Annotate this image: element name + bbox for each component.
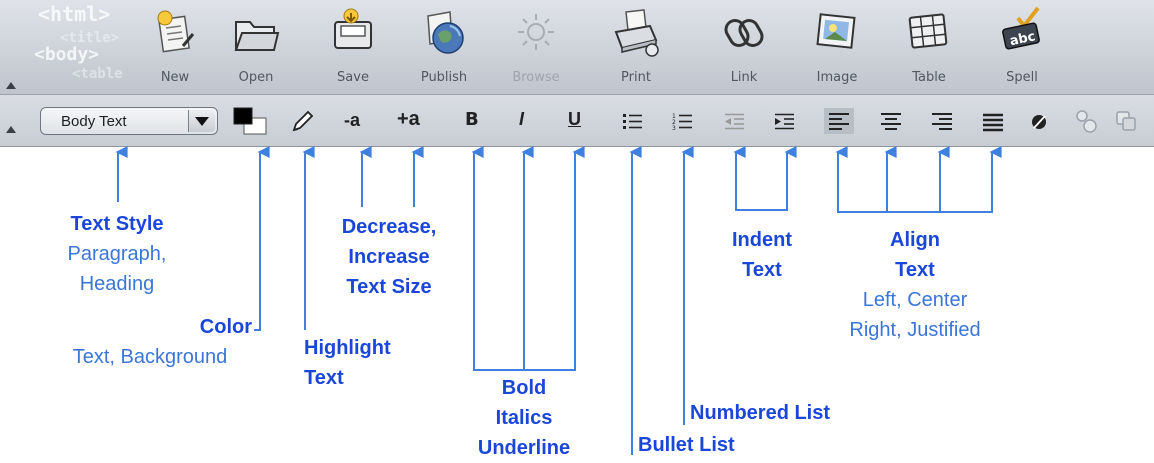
collapse-toolbar-icon[interactable] [6, 82, 16, 89]
decrease-text-size-button[interactable]: -a [344, 110, 360, 140]
indent-bracket [733, 146, 797, 211]
text-size-title: Decrease, [341, 216, 437, 238]
text-style-desc: Paragraph, [67, 243, 167, 265]
style-title: Bold [501, 377, 547, 399]
link-button[interactable]: Link [704, 6, 784, 92]
logo-line: <body> [34, 44, 100, 65]
collapse-format-bar-icon[interactable] [6, 126, 16, 133]
highlight-title: Highlight [304, 337, 391, 359]
indent-annotation: Indent Text [712, 225, 812, 285]
bold-italics-underline-annotation: Bold Italics Underline [464, 373, 584, 463]
text-style-desc: Heading [79, 273, 155, 295]
globe-publish-icon [427, 11, 464, 54]
align-center-icon[interactable] [878, 106, 904, 136]
bullet-list-title: Bullet List [638, 434, 735, 456]
print-label: Print [621, 70, 651, 85]
align-annotation: Align Text Left, Center Right, Justified [825, 225, 1005, 345]
text-size-title: Increase [348, 246, 430, 268]
indent-icon[interactable] [772, 106, 798, 136]
increase-text-size-button[interactable]: +a [397, 108, 420, 138]
table-label: Table [912, 70, 946, 85]
spell-label: Spell [1006, 70, 1038, 85]
save-button[interactable]: Save [313, 6, 393, 92]
browse-button[interactable]: Browse [496, 6, 576, 92]
new-label: New [160, 70, 190, 85]
insert-object-icon[interactable] [1074, 106, 1100, 136]
logo-line: <table [72, 66, 123, 82]
publish-button[interactable]: Publish [404, 6, 484, 92]
text-style-select[interactable]: Body Text [40, 107, 218, 135]
numbered-list-annotation: Numbered List [690, 398, 830, 428]
bold-underline-bracket [471, 146, 585, 371]
color-title: Color [199, 316, 252, 338]
bullet-list-annotation: Bullet List [638, 430, 735, 460]
numbered-list-icon[interactable]: 123 [670, 106, 696, 136]
print-button[interactable]: Print [596, 6, 676, 92]
table-icon [908, 13, 948, 49]
align-desc: Right, Justified [849, 319, 981, 341]
publish-label: Publish [420, 70, 468, 85]
chevron-down-icon[interactable] [188, 110, 215, 132]
numbered-list-title: Numbered List [690, 402, 831, 424]
color-arrow [254, 146, 270, 331]
color-annotation: Color Text, Background [40, 312, 260, 372]
browse-icon [518, 14, 554, 50]
chain-link-icon [724, 19, 764, 47]
folder-icon [234, 21, 280, 51]
image-label: Image [816, 70, 858, 85]
bold-button[interactable]: B [465, 109, 479, 139]
text-style-title: Text Style [70, 213, 164, 235]
align-title: Text [895, 259, 935, 281]
align-title: Align [890, 229, 940, 251]
table-button[interactable]: Table [889, 6, 969, 92]
style-title: Italics [495, 407, 553, 429]
image-button[interactable]: Image [797, 6, 877, 92]
save-label: Save [337, 70, 369, 85]
browse-label: Browse [512, 70, 560, 85]
align-left-icon[interactable] [824, 106, 854, 136]
main-toolbar: <html> <title> <body> <table New Open Sa… [0, 0, 1154, 95]
new-button[interactable]: New [135, 6, 215, 92]
layer-icon[interactable] [1114, 106, 1140, 136]
text-style-annotation: Text Style Paragraph, Heading [52, 209, 182, 299]
logo-line: <html> [38, 2, 111, 26]
text-color-swatch-icon[interactable] [230, 106, 274, 136]
editor-toolbars: <html> <title> <body> <table New Open Sa… [0, 0, 1154, 147]
text-size-annotation: Decrease, Increase Text Size [324, 212, 454, 302]
color-desc: Text, Background [72, 346, 228, 368]
italic-button[interactable]: I [519, 109, 524, 139]
align-justify-icon[interactable] [980, 106, 1006, 136]
svg-text:3: 3 [672, 125, 676, 132]
spell-button[interactable]: abc Spell [982, 6, 1062, 92]
html-logo: <html> <title> <body> <table [0, 0, 140, 94]
link-label: Link [730, 70, 758, 85]
align-bracket [835, 146, 1002, 213]
highlight-title: Text [304, 367, 344, 389]
highlight-annotation: Highlight Text [304, 333, 391, 393]
open-button[interactable]: Open [216, 6, 296, 92]
align-desc: Left, Center [862, 289, 968, 311]
picture-icon [816, 13, 856, 49]
bullet-list-icon[interactable] [620, 106, 646, 136]
underline-button[interactable]: U [568, 109, 581, 139]
text-size-title: Text Size [346, 276, 432, 298]
indent-title: Text [742, 259, 782, 281]
printer-icon [614, 9, 659, 57]
special-character-icon[interactable] [1028, 106, 1052, 136]
spellcheck-icon: abc [1002, 6, 1040, 50]
indent-title: Indent [732, 229, 792, 251]
save-icon [334, 8, 372, 49]
outdent-icon[interactable] [722, 106, 748, 136]
open-label: Open [238, 70, 274, 85]
highlight-pen-icon[interactable] [286, 106, 316, 136]
align-right-icon[interactable] [929, 106, 955, 136]
text-style-value: Body Text [61, 113, 127, 130]
new-document-icon [157, 10, 195, 53]
